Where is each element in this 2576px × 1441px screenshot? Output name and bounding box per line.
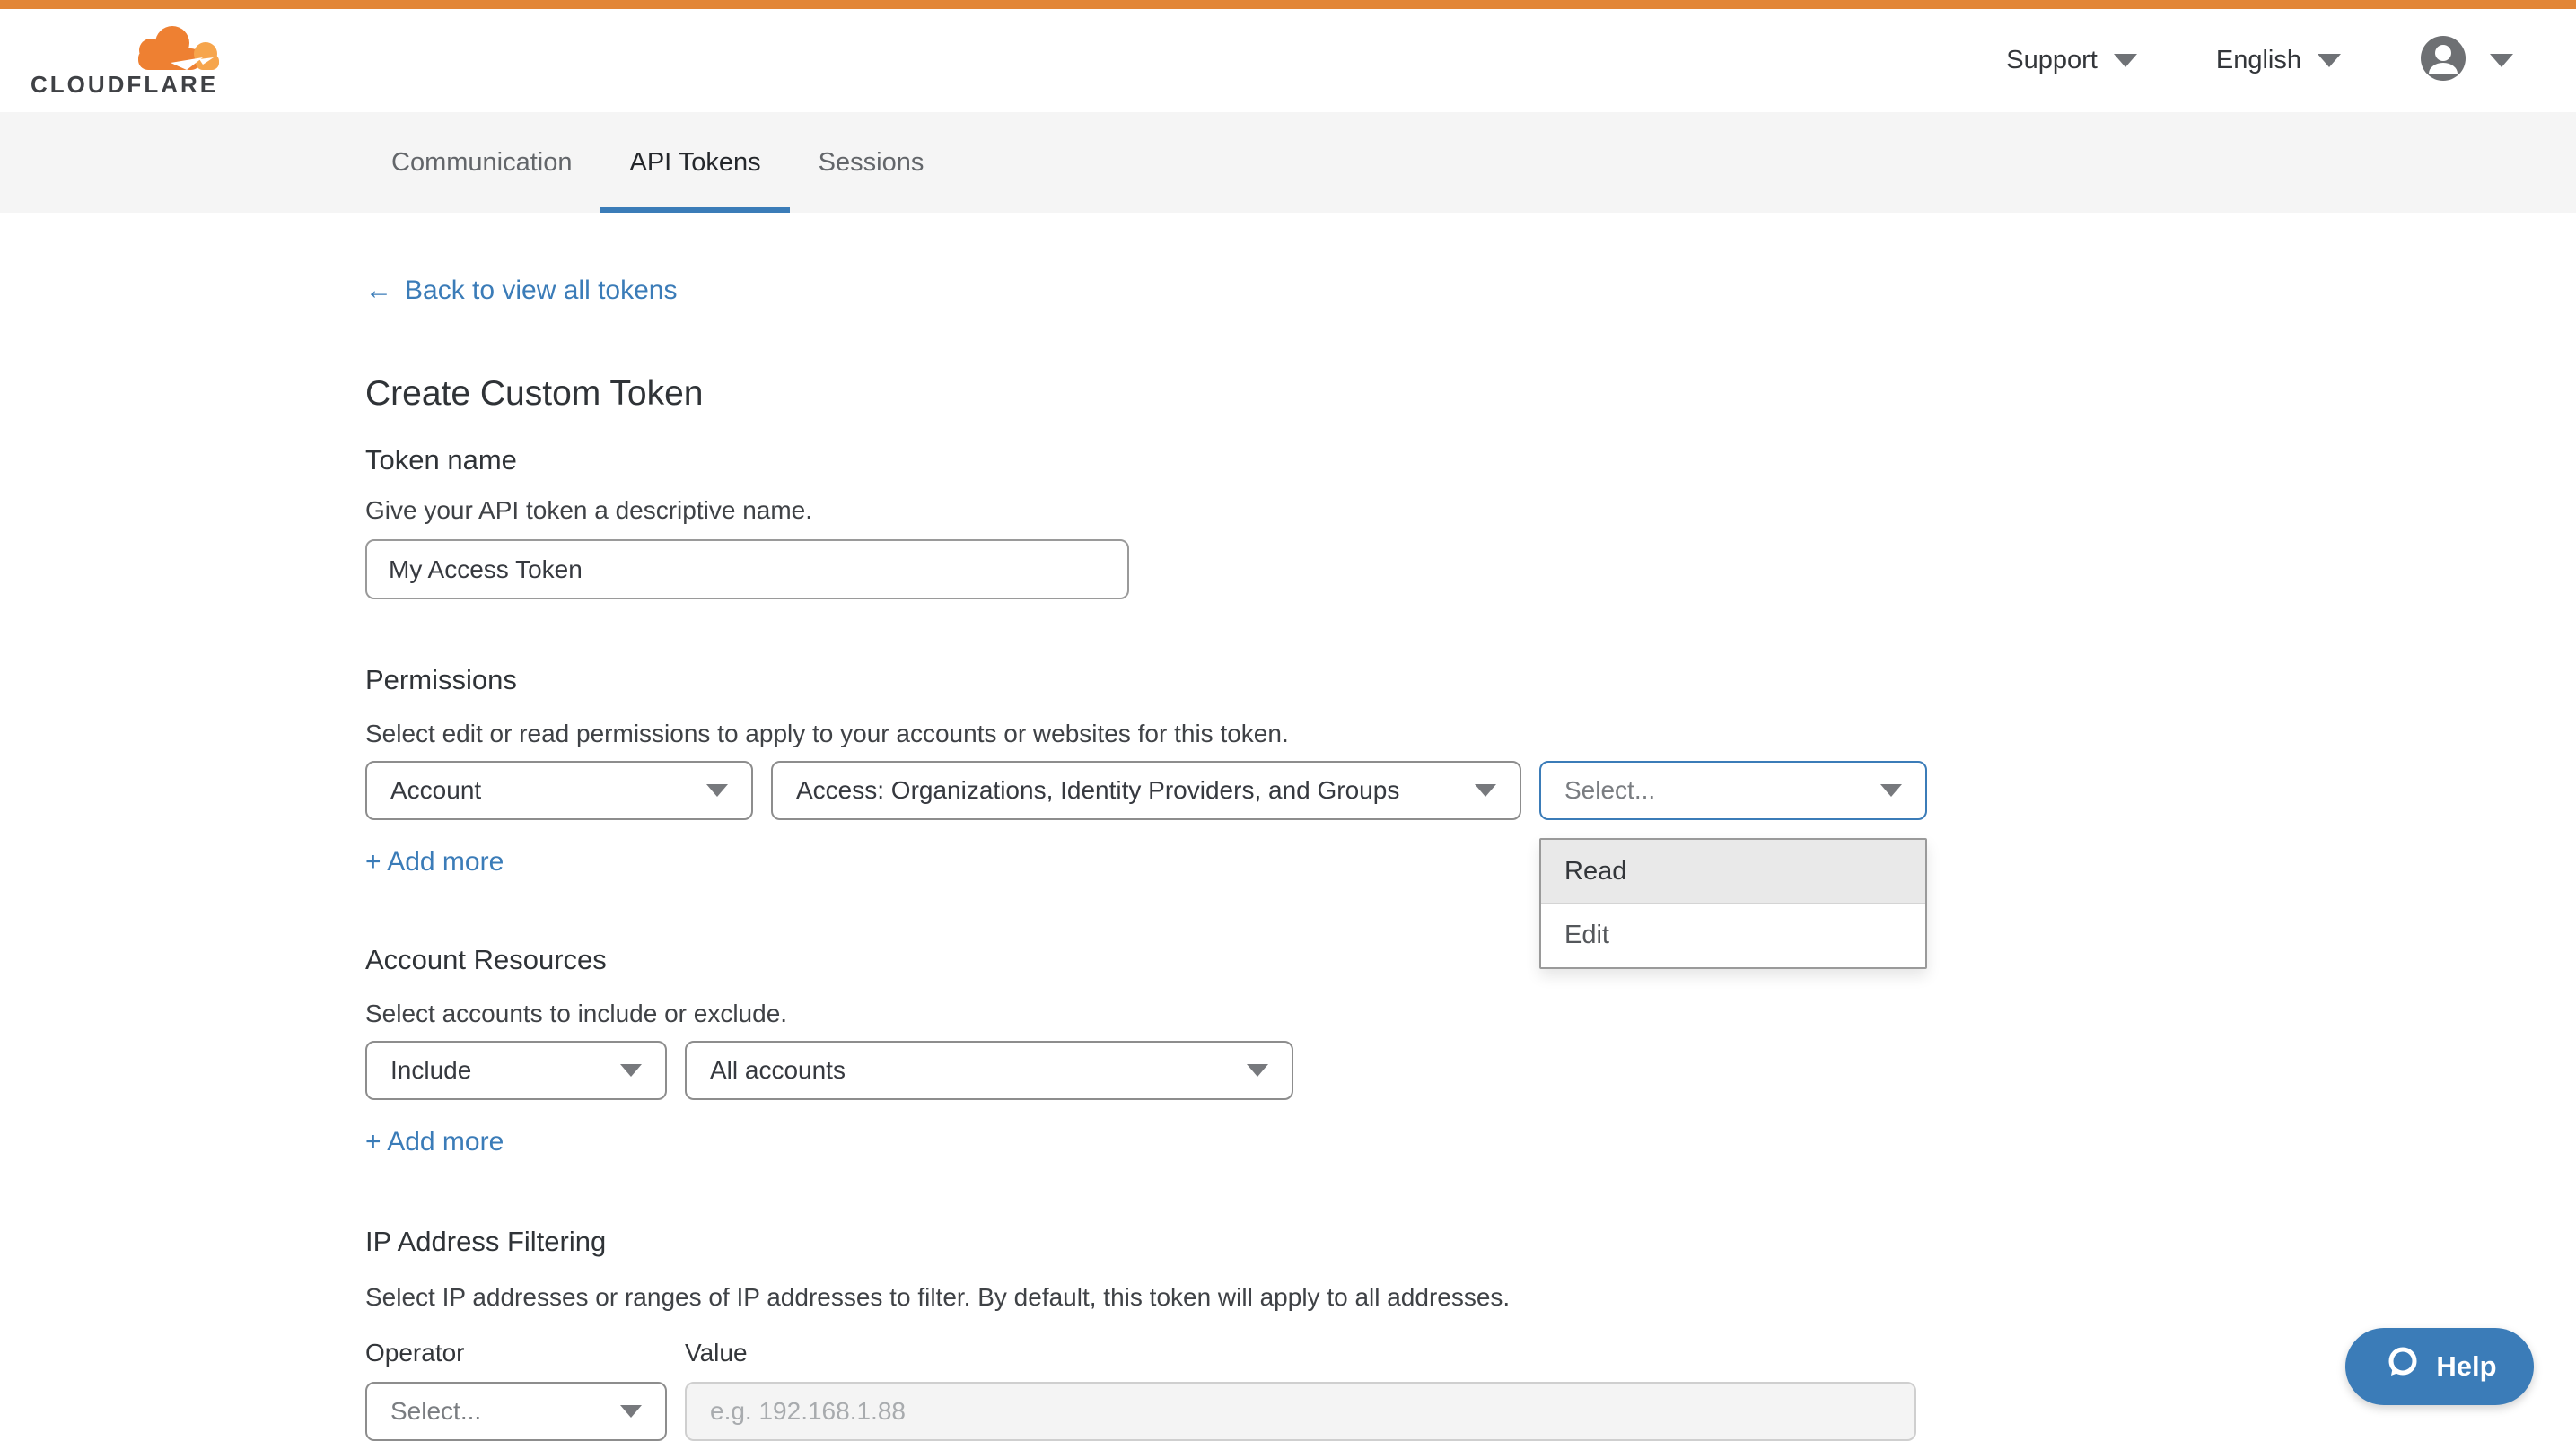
ip-value-input[interactable] [685, 1382, 1916, 1441]
permission-scope-select[interactable]: Account [365, 761, 753, 820]
resource-accounts-select[interactable]: All accounts [685, 1041, 1293, 1100]
account-resources-add-more-link[interactable]: + Add more [365, 1127, 504, 1157]
permission-scope-value: Account [390, 776, 481, 805]
chat-bubble-icon [2382, 1343, 2422, 1390]
help-button-label: Help [2436, 1350, 2496, 1383]
ip-filtering-heading: IP Address Filtering [365, 1226, 2576, 1258]
ip-operator-placeholder: Select... [390, 1397, 481, 1426]
user-avatar-icon [2420, 35, 2466, 86]
chevron-down-icon [620, 1405, 642, 1418]
account-resources-description: Select accounts to include or exclude. [365, 1000, 2576, 1028]
support-menu-label: Support [2006, 46, 2098, 75]
chevron-down-icon [706, 784, 728, 797]
profile-tabbar: Communication API Tokens Sessions [0, 112, 2576, 213]
support-menu[interactable]: Support [2006, 46, 2137, 75]
account-resources-select-row: Include All accounts [365, 1041, 2576, 1100]
resource-mode-select[interactable]: Include [365, 1041, 667, 1100]
global-header: CLOUDFLARE Support English [0, 9, 2576, 112]
permissions-heading: Permissions [365, 664, 2576, 696]
tab-sessions-label: Sessions [819, 148, 924, 178]
cloudflare-logo[interactable]: CLOUDFLARE [31, 16, 215, 106]
language-menu-label: English [2216, 46, 2301, 75]
permission-resource-value: Access: Organizations, Identity Provider… [796, 776, 1399, 805]
permission-level-menu: Read Edit [1539, 838, 1927, 969]
tab-communication[interactable]: Communication [363, 112, 600, 213]
main-content: ← Back to view all tokens Create Custom … [0, 213, 2576, 1441]
chevron-down-icon [2318, 54, 2341, 67]
header-nav: Support English [2006, 35, 2513, 86]
brand-color-strip [0, 0, 2576, 9]
ip-operator-column: Operator Select... [365, 1339, 667, 1441]
permission-level-placeholder: Select... [1564, 776, 1655, 805]
ip-operator-label: Operator [365, 1339, 667, 1367]
ip-value-column: Value [685, 1339, 1916, 1441]
permissions-add-more-link[interactable]: + Add more [365, 847, 504, 878]
back-arrow-icon: ← [365, 275, 392, 306]
language-menu[interactable]: English [2216, 46, 2341, 75]
account-menu[interactable] [2420, 35, 2513, 86]
permission-level-select[interactable]: Select... Read Edit [1539, 761, 1927, 820]
ip-filtering-description: Select IP addresses or ranges of IP addr… [365, 1283, 2576, 1312]
back-to-tokens-link[interactable]: ← Back to view all tokens [365, 275, 677, 306]
chevron-down-icon [2490, 54, 2513, 67]
menu-option-edit[interactable]: Edit [1541, 904, 1925, 967]
cloudflare-logo-text: CLOUDFLARE [31, 71, 218, 99]
token-name-input[interactable] [365, 539, 1129, 599]
permissions-description: Select edit or read permissions to apply… [365, 720, 2576, 748]
ip-filtering-row: Operator Select... Value [365, 1339, 2576, 1441]
tab-api-tokens-label: API Tokens [629, 148, 760, 178]
chevron-down-icon [1475, 784, 1496, 797]
resource-mode-value: Include [390, 1056, 471, 1085]
token-name-description: Give your API token a descriptive name. [365, 496, 2576, 525]
resource-accounts-value: All accounts [710, 1056, 846, 1085]
chevron-down-icon [1247, 1064, 1268, 1077]
permission-resource-select[interactable]: Access: Organizations, Identity Provider… [771, 761, 1521, 820]
token-name-heading: Token name [365, 444, 2576, 476]
menu-option-read[interactable]: Read [1541, 840, 1925, 904]
tab-communication-label: Communication [391, 148, 572, 178]
help-button[interactable]: Help [2345, 1328, 2534, 1405]
tab-api-tokens[interactable]: API Tokens [600, 112, 789, 213]
tab-sessions[interactable]: Sessions [790, 112, 953, 213]
account-resources-heading: Account Resources [365, 944, 2576, 976]
chevron-down-icon [2114, 54, 2137, 67]
ip-operator-select[interactable]: Select... [365, 1382, 667, 1441]
ip-value-label: Value [685, 1339, 1916, 1367]
permissions-select-row: Account Access: Organizations, Identity … [365, 761, 2576, 820]
page-title: Create Custom Token [365, 374, 2576, 414]
chevron-down-icon [1880, 784, 1902, 797]
chevron-down-icon [620, 1064, 642, 1077]
back-link-label: Back to view all tokens [405, 275, 677, 306]
